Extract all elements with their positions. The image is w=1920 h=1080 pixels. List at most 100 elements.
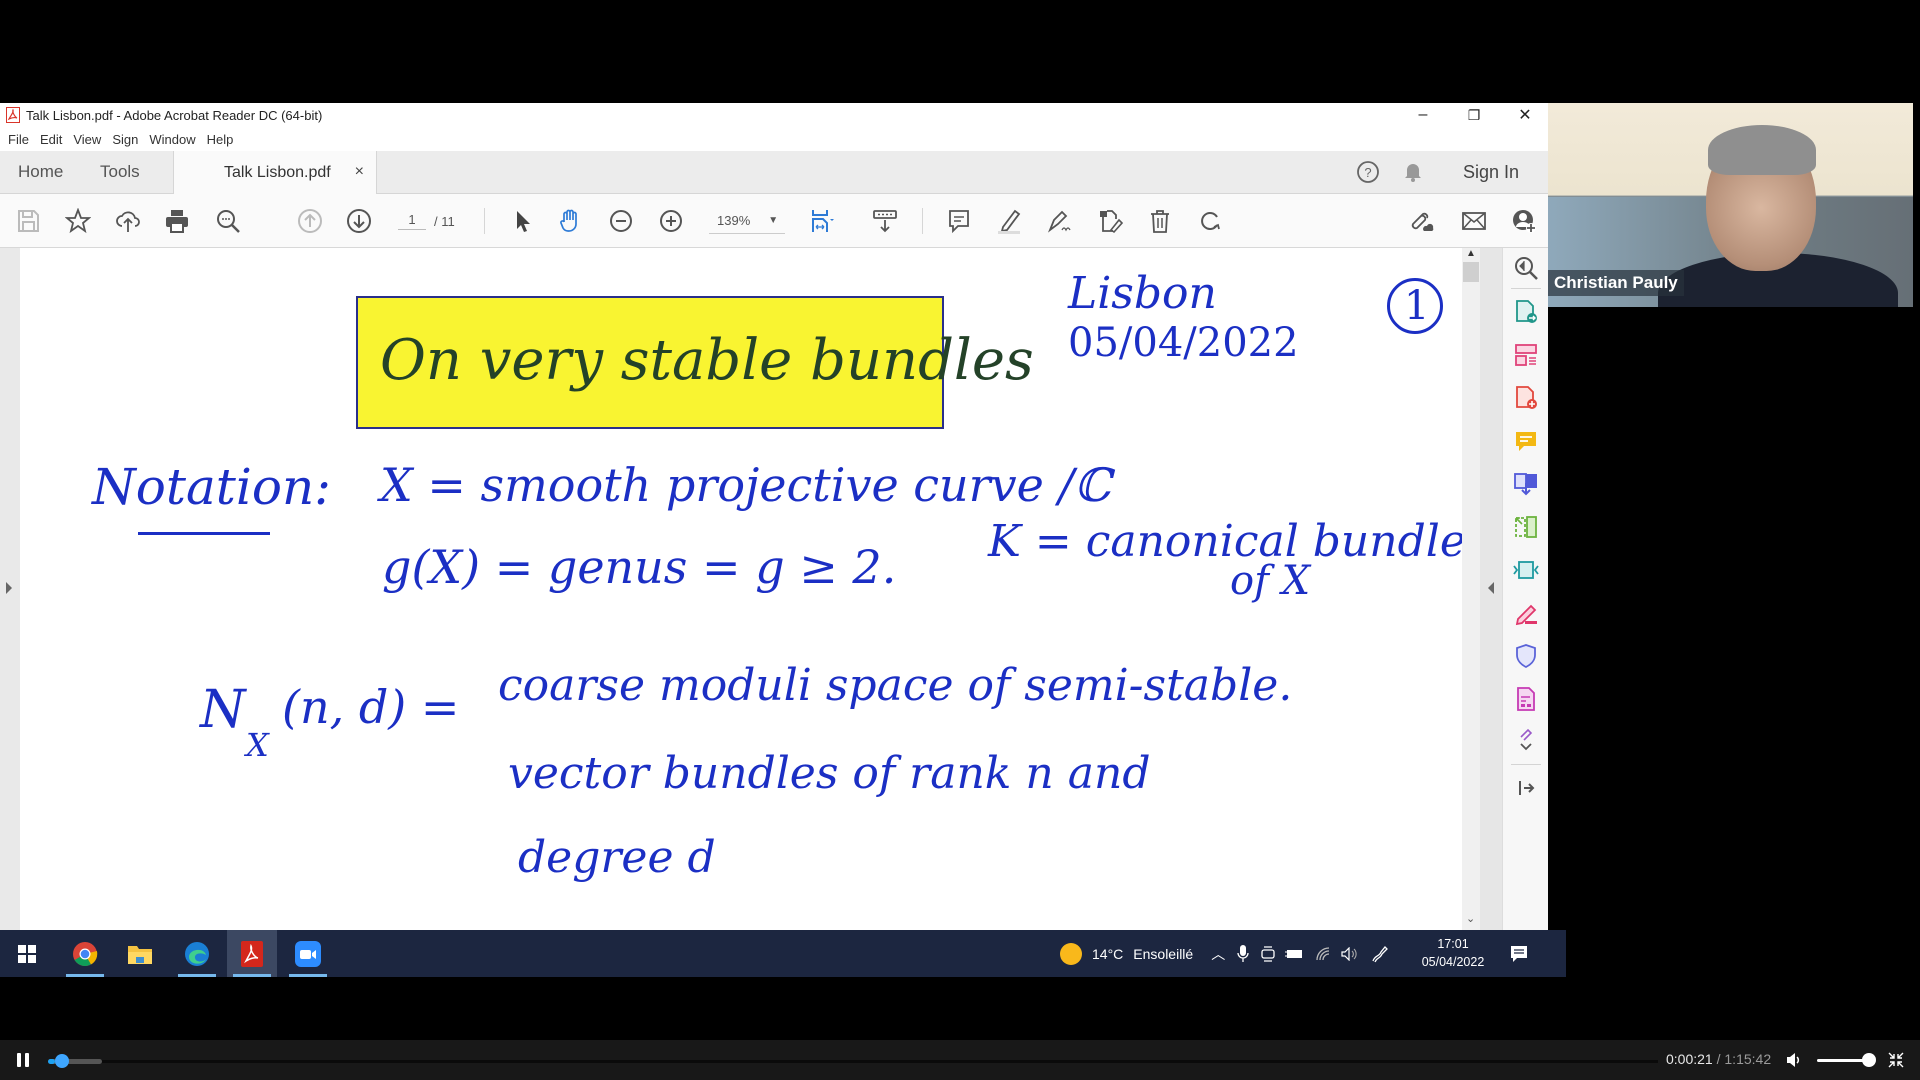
tab-home[interactable]: Home — [18, 151, 63, 193]
delete-button[interactable] — [1146, 207, 1174, 235]
more-tools-button[interactable] — [1512, 726, 1540, 754]
expand-left-panel-icon[interactable] — [4, 581, 14, 595]
menu-sign[interactable]: Sign — [112, 132, 138, 147]
hand-tool-button[interactable] — [557, 207, 585, 235]
compress-tool[interactable] — [1512, 513, 1540, 541]
volume-icon[interactable] — [1786, 1052, 1802, 1068]
taskbar-file-explorer[interactable] — [115, 930, 165, 977]
vertical-scrollbar[interactable]: ▲ ⌄ — [1462, 248, 1480, 930]
combine-files-icon — [1514, 473, 1537, 496]
scroll-up-arrow-icon[interactable]: ▲ — [1466, 248, 1476, 259]
save-button[interactable] — [14, 207, 42, 235]
export-pdf-tool[interactable] — [1512, 298, 1540, 326]
weather-temperature[interactable]: 14°C — [1092, 946, 1123, 962]
prepare-form-tool[interactable] — [1512, 685, 1540, 713]
weather-condition[interactable]: Ensoleillé — [1133, 946, 1193, 962]
collapse-tools-panel-button[interactable] — [1512, 774, 1540, 802]
print-button[interactable] — [163, 207, 191, 235]
zoom-in-button[interactable] — [657, 207, 685, 235]
scroll-mode-button[interactable] — [871, 207, 899, 235]
organize-pages-tool[interactable] — [1512, 341, 1540, 369]
sign-in-button[interactable]: Sign In — [1463, 151, 1519, 193]
highlight-button[interactable] — [995, 207, 1023, 235]
comment-button[interactable] — [945, 207, 973, 235]
enhance-scan-tool[interactable] — [1512, 254, 1540, 282]
taskbar-clock[interactable]: 17:01 05/04/2022 — [1406, 935, 1500, 971]
page-number-badge-text: 1 — [1404, 283, 1430, 329]
moduli-definition-line3: degree d — [518, 832, 716, 883]
show-hidden-icons-icon[interactable]: ︿ — [1211, 944, 1225, 964]
battery-charging-icon[interactable] — [1285, 948, 1303, 960]
menu-view[interactable]: View — [73, 132, 101, 147]
notification-center-button[interactable] — [1494, 930, 1544, 977]
upload-button[interactable] — [114, 207, 142, 235]
close-window-button[interactable]: ✕ — [1502, 103, 1548, 127]
prepare-form-icon — [1517, 687, 1535, 711]
volume-icon[interactable] — [1341, 946, 1359, 961]
camera-in-use-icon[interactable] — [1261, 945, 1275, 963]
share-user-button[interactable] — [1510, 207, 1538, 235]
select-tool-button[interactable] — [508, 207, 536, 235]
zoom-level-dropdown[interactable]: 139% ▼ — [709, 208, 785, 234]
weather-sun-icon[interactable] — [1060, 942, 1082, 965]
scroll-down-arrow-icon[interactable]: ⌄ — [1466, 912, 1475, 925]
taskbar-chrome[interactable] — [60, 930, 110, 977]
protect-tool[interactable] — [1512, 642, 1540, 670]
seek-bar[interactable] — [48, 1054, 1658, 1068]
microphone-icon[interactable] — [1237, 944, 1249, 963]
next-page-button[interactable] — [345, 207, 373, 235]
page-number-input[interactable]: 1 — [398, 212, 426, 230]
sign-button[interactable] — [1045, 207, 1073, 235]
rotate-icon — [1201, 212, 1220, 230]
taskbar-acrobat[interactable] — [227, 930, 277, 977]
find-text-button[interactable] — [214, 207, 242, 235]
email-button[interactable] — [1460, 207, 1488, 235]
scrollbar-thumb[interactable] — [1463, 262, 1479, 282]
menu-help[interactable]: Help — [207, 132, 234, 147]
exit-fullscreen-icon[interactable] — [1888, 1052, 1904, 1068]
scroll-mode-icon — [873, 210, 897, 233]
menu-edit[interactable]: Edit — [40, 132, 62, 147]
tab-tools[interactable]: Tools — [100, 151, 140, 193]
pen-ink-icon[interactable] — [1371, 945, 1389, 963]
playback-time: 0:00:21 / 1:15:42 — [1666, 1051, 1771, 1067]
participant-hair — [1708, 125, 1816, 175]
menu-window[interactable]: Window — [149, 132, 195, 147]
edit-pdf-tool[interactable] — [1512, 556, 1540, 584]
volume-thumb[interactable] — [1862, 1053, 1876, 1067]
moduli-arguments: (n, d) = — [282, 680, 460, 734]
toolbar: 1 / 11 139% ▼ — [0, 194, 1548, 248]
hand-tool-icon — [560, 209, 577, 232]
taskbar-zoom[interactable] — [283, 930, 333, 977]
wifi-icon[interactable] — [1315, 946, 1331, 961]
rotate-button[interactable] — [1196, 207, 1224, 235]
previous-page-button[interactable] — [296, 207, 324, 235]
create-pdf-tool[interactable] — [1512, 384, 1540, 412]
help-button[interactable]: ? — [1356, 151, 1380, 193]
minimize-button[interactable]: – — [1400, 103, 1446, 127]
comment-tool[interactable] — [1512, 427, 1540, 455]
share-link-button[interactable] — [1408, 207, 1436, 235]
restore-button[interactable]: ❐ — [1451, 103, 1497, 127]
start-button[interactable] — [2, 930, 52, 977]
zoom-out-button[interactable] — [607, 207, 635, 235]
toolbar-divider — [484, 208, 485, 234]
close-tab-icon[interactable]: × — [355, 163, 364, 181]
seek-thumb[interactable] — [55, 1054, 70, 1068]
export-button[interactable] — [1096, 207, 1124, 235]
pause-icon[interactable] — [16, 1052, 30, 1068]
taskbar-edge[interactable] — [172, 930, 222, 977]
participant-video-tile[interactable]: Christian Pauly — [1548, 103, 1913, 307]
collapse-right-panel-icon[interactable] — [1486, 581, 1496, 595]
enhance-scan-icon — [1515, 257, 1538, 280]
notifications-button[interactable] — [1403, 151, 1423, 193]
fill-sign-tool[interactable] — [1512, 599, 1540, 627]
fit-page-button[interactable] — [808, 207, 836, 235]
combine-files-tool[interactable] — [1512, 470, 1540, 498]
document-page[interactable]: On very stable bundles Lisbon 05/04/2022… — [20, 248, 1462, 930]
tab-document[interactable]: Talk Lisbon.pdf × — [173, 151, 377, 194]
bookmark-button[interactable] — [64, 207, 92, 235]
menu-file[interactable]: File — [8, 132, 29, 147]
bell-icon — [1405, 164, 1421, 182]
running-indicator — [289, 974, 327, 977]
